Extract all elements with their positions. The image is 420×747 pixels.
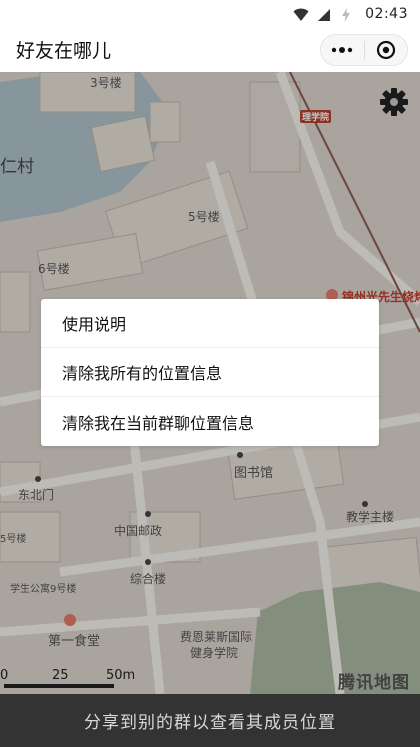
more-button[interactable] bbox=[321, 35, 364, 65]
wifi-icon bbox=[293, 7, 309, 21]
signal-icon bbox=[317, 7, 333, 21]
app-header: 好友在哪儿 bbox=[0, 28, 420, 72]
more-dots-icon bbox=[332, 47, 353, 53]
status-bar: 02:43 bbox=[0, 0, 420, 28]
share-button-label: 分享到别的群以查看其成员位置 bbox=[84, 713, 336, 733]
close-button[interactable] bbox=[365, 35, 408, 65]
action-menu: 使用说明 清除我所有的位置信息 清除我在当前群聊位置信息 bbox=[41, 299, 379, 446]
menu-item-usage-guide[interactable]: 使用说明 bbox=[41, 299, 379, 348]
menu-item-clear-group-location[interactable]: 清除我在当前群聊位置信息 bbox=[41, 397, 379, 446]
page-title: 好友在哪儿 bbox=[16, 40, 112, 62]
menu-item-clear-all-locations[interactable]: 清除我所有的位置信息 bbox=[41, 348, 379, 397]
share-button[interactable]: 分享到别的群以查看其成员位置 bbox=[0, 694, 420, 747]
charging-icon bbox=[341, 7, 357, 22]
mini-program-capsule bbox=[320, 34, 408, 66]
close-circle-icon bbox=[376, 40, 395, 60]
status-time: 02:43 bbox=[365, 6, 408, 22]
